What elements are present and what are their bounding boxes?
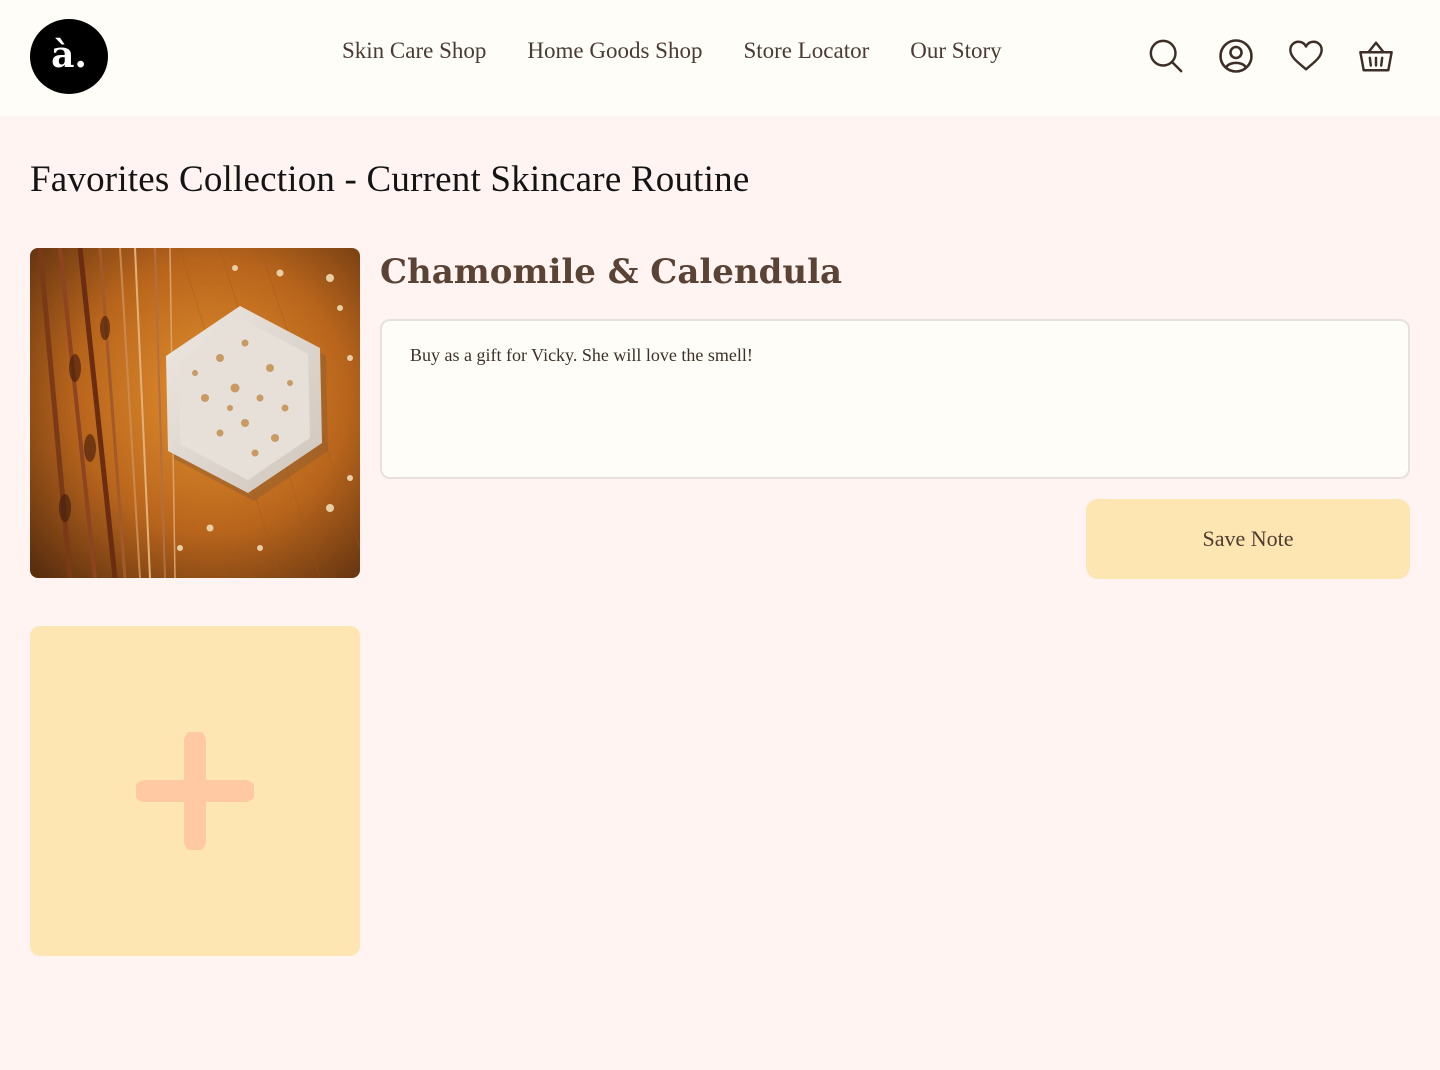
brand-logo[interactable]: à. xyxy=(30,19,108,94)
nav-skin-care-shop[interactable]: Skin Care Shop xyxy=(342,38,486,64)
nav-home-goods-shop[interactable]: Home Goods Shop xyxy=(527,38,702,64)
nav-store-locator[interactable]: Store Locator xyxy=(743,38,869,64)
search-icon[interactable] xyxy=(1148,36,1184,76)
note-field[interactable]: Buy as a gift for Vicky. She will love t… xyxy=(380,319,1410,479)
page-title: Favorites Collection - Current Skincare … xyxy=(30,159,750,200)
product-name: Chamomile & Calendula xyxy=(380,252,843,292)
plus-icon xyxy=(136,732,254,850)
basket-icon[interactable] xyxy=(1358,36,1394,76)
save-note-button[interactable]: Save Note xyxy=(1086,499,1410,579)
product-image[interactable] xyxy=(30,248,360,578)
header-icons xyxy=(1148,36,1394,76)
add-favorite-card[interactable] xyxy=(30,626,360,956)
site-header: à. Skin Care Shop Home Goods Shop Store … xyxy=(0,0,1440,116)
heart-icon[interactable] xyxy=(1288,36,1324,76)
nav-our-story[interactable]: Our Story xyxy=(910,38,1001,64)
account-icon[interactable] xyxy=(1218,36,1254,76)
main-nav: Skin Care Shop Home Goods Shop Store Loc… xyxy=(342,38,1002,64)
